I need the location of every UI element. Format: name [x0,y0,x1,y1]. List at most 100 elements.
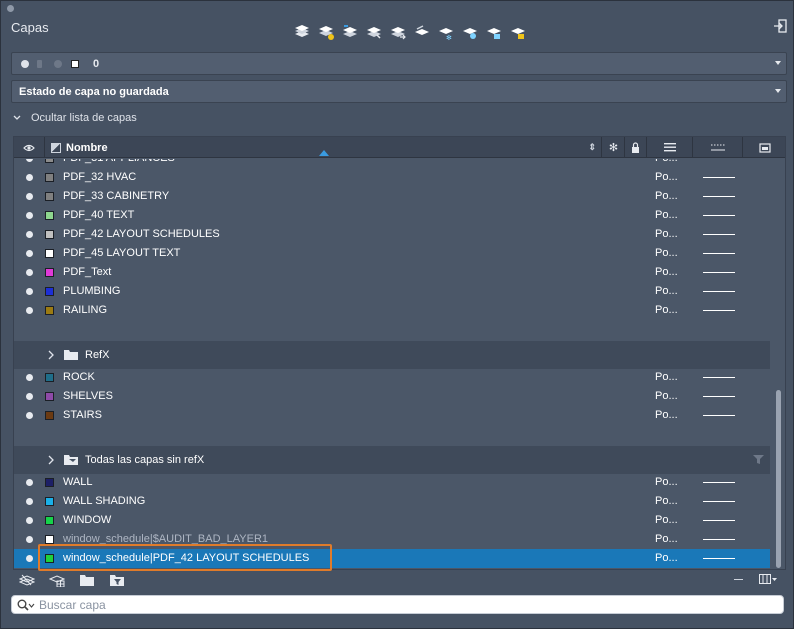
layer-name[interactable]: WINDOW [63,514,111,526]
on-off-icon[interactable] [26,307,33,314]
new-layer-icon[interactable] [293,23,311,41]
layer-name[interactable]: WALL SHADING [63,495,145,507]
layer-plot-style[interactable]: Po... [655,495,678,507]
layer-name[interactable]: SHELVES [63,390,113,402]
scrollbar-thumb[interactable] [776,390,781,568]
layer-color-swatch[interactable] [45,249,54,258]
layer-plot-style[interactable]: Po... [655,514,678,526]
new-group-filter-icon[interactable] [79,573,95,587]
visibility-column-header[interactable] [14,137,45,158]
layer-name[interactable]: PDF_Text [63,266,111,278]
on-off-icon[interactable] [26,393,33,400]
layer-plot-style[interactable]: Po... [655,285,678,297]
vertical-scrollbar[interactable] [771,159,785,569]
layer-name[interactable]: STAIRS [63,409,102,421]
layer-row[interactable]: PDF_Text Po... [14,263,770,282]
layer-light-icon[interactable] [461,23,479,41]
layer-name[interactable]: RAILING [63,304,107,316]
panel-exit-icon[interactable] [772,18,788,34]
layer-row[interactable]: STAIRS Po... [14,406,770,425]
layer-plot-style[interactable]: Po... [655,190,678,202]
layer-color-swatch[interactable] [45,268,54,277]
layer-grid-icon[interactable] [49,573,65,587]
linetype-sample[interactable] [703,482,735,483]
layer-row[interactable]: PDF_31 APPLIANCES Po... [14,159,770,168]
viewport-column-header[interactable] [743,137,785,158]
on-off-icon[interactable] [26,288,33,295]
layer-color-swatch[interactable] [45,478,54,487]
on-off-icon[interactable] [26,517,33,524]
layer-color-swatch[interactable] [45,497,54,506]
on-off-icon[interactable] [26,498,33,505]
linetype-sample[interactable] [703,234,735,235]
search-input[interactable] [39,597,769,613]
linetype-sample[interactable] [703,177,735,178]
layer-unlock-icon[interactable] [509,23,527,41]
layer-move-icon[interactable] [389,23,407,41]
group-all-non-xref[interactable]: Todas las capas sin refX [14,446,770,474]
hide-layer-list-toggle[interactable]: Ocultar lista de capas [13,112,137,124]
linetype-column-header[interactable] [693,137,743,158]
on-off-icon[interactable] [26,212,33,219]
chevron-right-icon[interactable] [48,455,55,465]
layer-row[interactable]: RAILING Po... [14,301,770,320]
on-off-icon[interactable] [26,174,33,181]
lineweight-column-header[interactable] [647,137,693,158]
layer-color-swatch[interactable] [45,373,54,382]
group-refx[interactable]: RefX [14,341,770,369]
on-off-icon[interactable] [26,231,33,238]
freeze-column-header[interactable]: ✻ [603,137,625,158]
layer-color-swatch[interactable] [45,516,54,525]
layer-color-swatch[interactable] [45,411,54,420]
search-box[interactable] [11,595,784,614]
layer-plot-style[interactable]: Po... [655,247,678,259]
linetype-sample[interactable] [703,539,735,540]
layer-plot-style[interactable]: Po... [655,228,678,240]
lock-column-header[interactable] [625,137,647,158]
layer-color-swatch[interactable] [45,535,54,544]
linetype-sample[interactable] [703,501,735,502]
layer-row[interactable]: window_schedule|$AUDIT_BAD_LAYER1 Po... [14,530,770,549]
layer-plot-style[interactable]: Po... [655,209,678,221]
linetype-sample[interactable] [703,215,735,216]
layer-plot-style[interactable]: Po... [655,476,678,488]
layer-color-swatch[interactable] [45,159,54,163]
chevron-right-icon[interactable] [48,350,55,360]
layer-row[interactable]: PDF_33 CABINETRY Po... [14,187,770,206]
current-layer-dropdown[interactable]: 0 [11,52,787,75]
linetype-sample[interactable] [703,310,735,311]
layer-row[interactable]: window_schedule|PDF_42 LAYOUT SCHEDULES P… [14,549,770,568]
layer-name[interactable]: PDF_45 LAYOUT TEXT [63,247,180,259]
panel-grip-icon[interactable] [7,5,14,12]
layer-color-swatch[interactable] [45,192,54,201]
layer-name[interactable]: WALL [63,476,93,488]
linetype-sample[interactable] [703,558,735,559]
layer-name[interactable]: PDF_31 APPLIANCES [63,159,175,164]
layer-row[interactable]: WALL SHADING Po... [14,492,770,511]
linetype-sample[interactable] [703,253,735,254]
linetype-sample[interactable] [703,272,735,273]
collapse-icon[interactable] [734,578,743,580]
layer-row[interactable]: ROCK Po... [14,368,770,387]
layer-lock-icon[interactable] [485,23,503,41]
layer-row[interactable]: WALL Po... [14,473,770,492]
layer-merge-icon[interactable] [365,23,383,41]
on-off-icon[interactable] [26,269,33,276]
on-off-icon[interactable] [26,374,33,381]
new-property-filter-icon[interactable] [109,573,125,587]
layer-freeze-icon[interactable]: ✻ [437,23,455,41]
layer-plot-style[interactable]: Po... [655,371,678,383]
layer-color-swatch[interactable] [45,554,54,563]
on-off-icon[interactable] [26,555,33,562]
layer-plot-style[interactable]: Po... [655,171,678,183]
on-off-icon[interactable] [26,193,33,200]
linetype-sample[interactable] [703,396,735,397]
layer-color-swatch[interactable] [45,306,54,315]
layer-row[interactable]: SHELVES Po... [14,387,770,406]
layer-name[interactable]: PDF_40 TEXT [63,209,134,221]
layer-stack-icon[interactable] [19,573,35,587]
linetype-sample[interactable] [703,291,735,292]
on-off-icon[interactable] [26,479,33,486]
linetype-sample[interactable] [703,377,735,378]
linetype-sample[interactable] [703,520,735,521]
